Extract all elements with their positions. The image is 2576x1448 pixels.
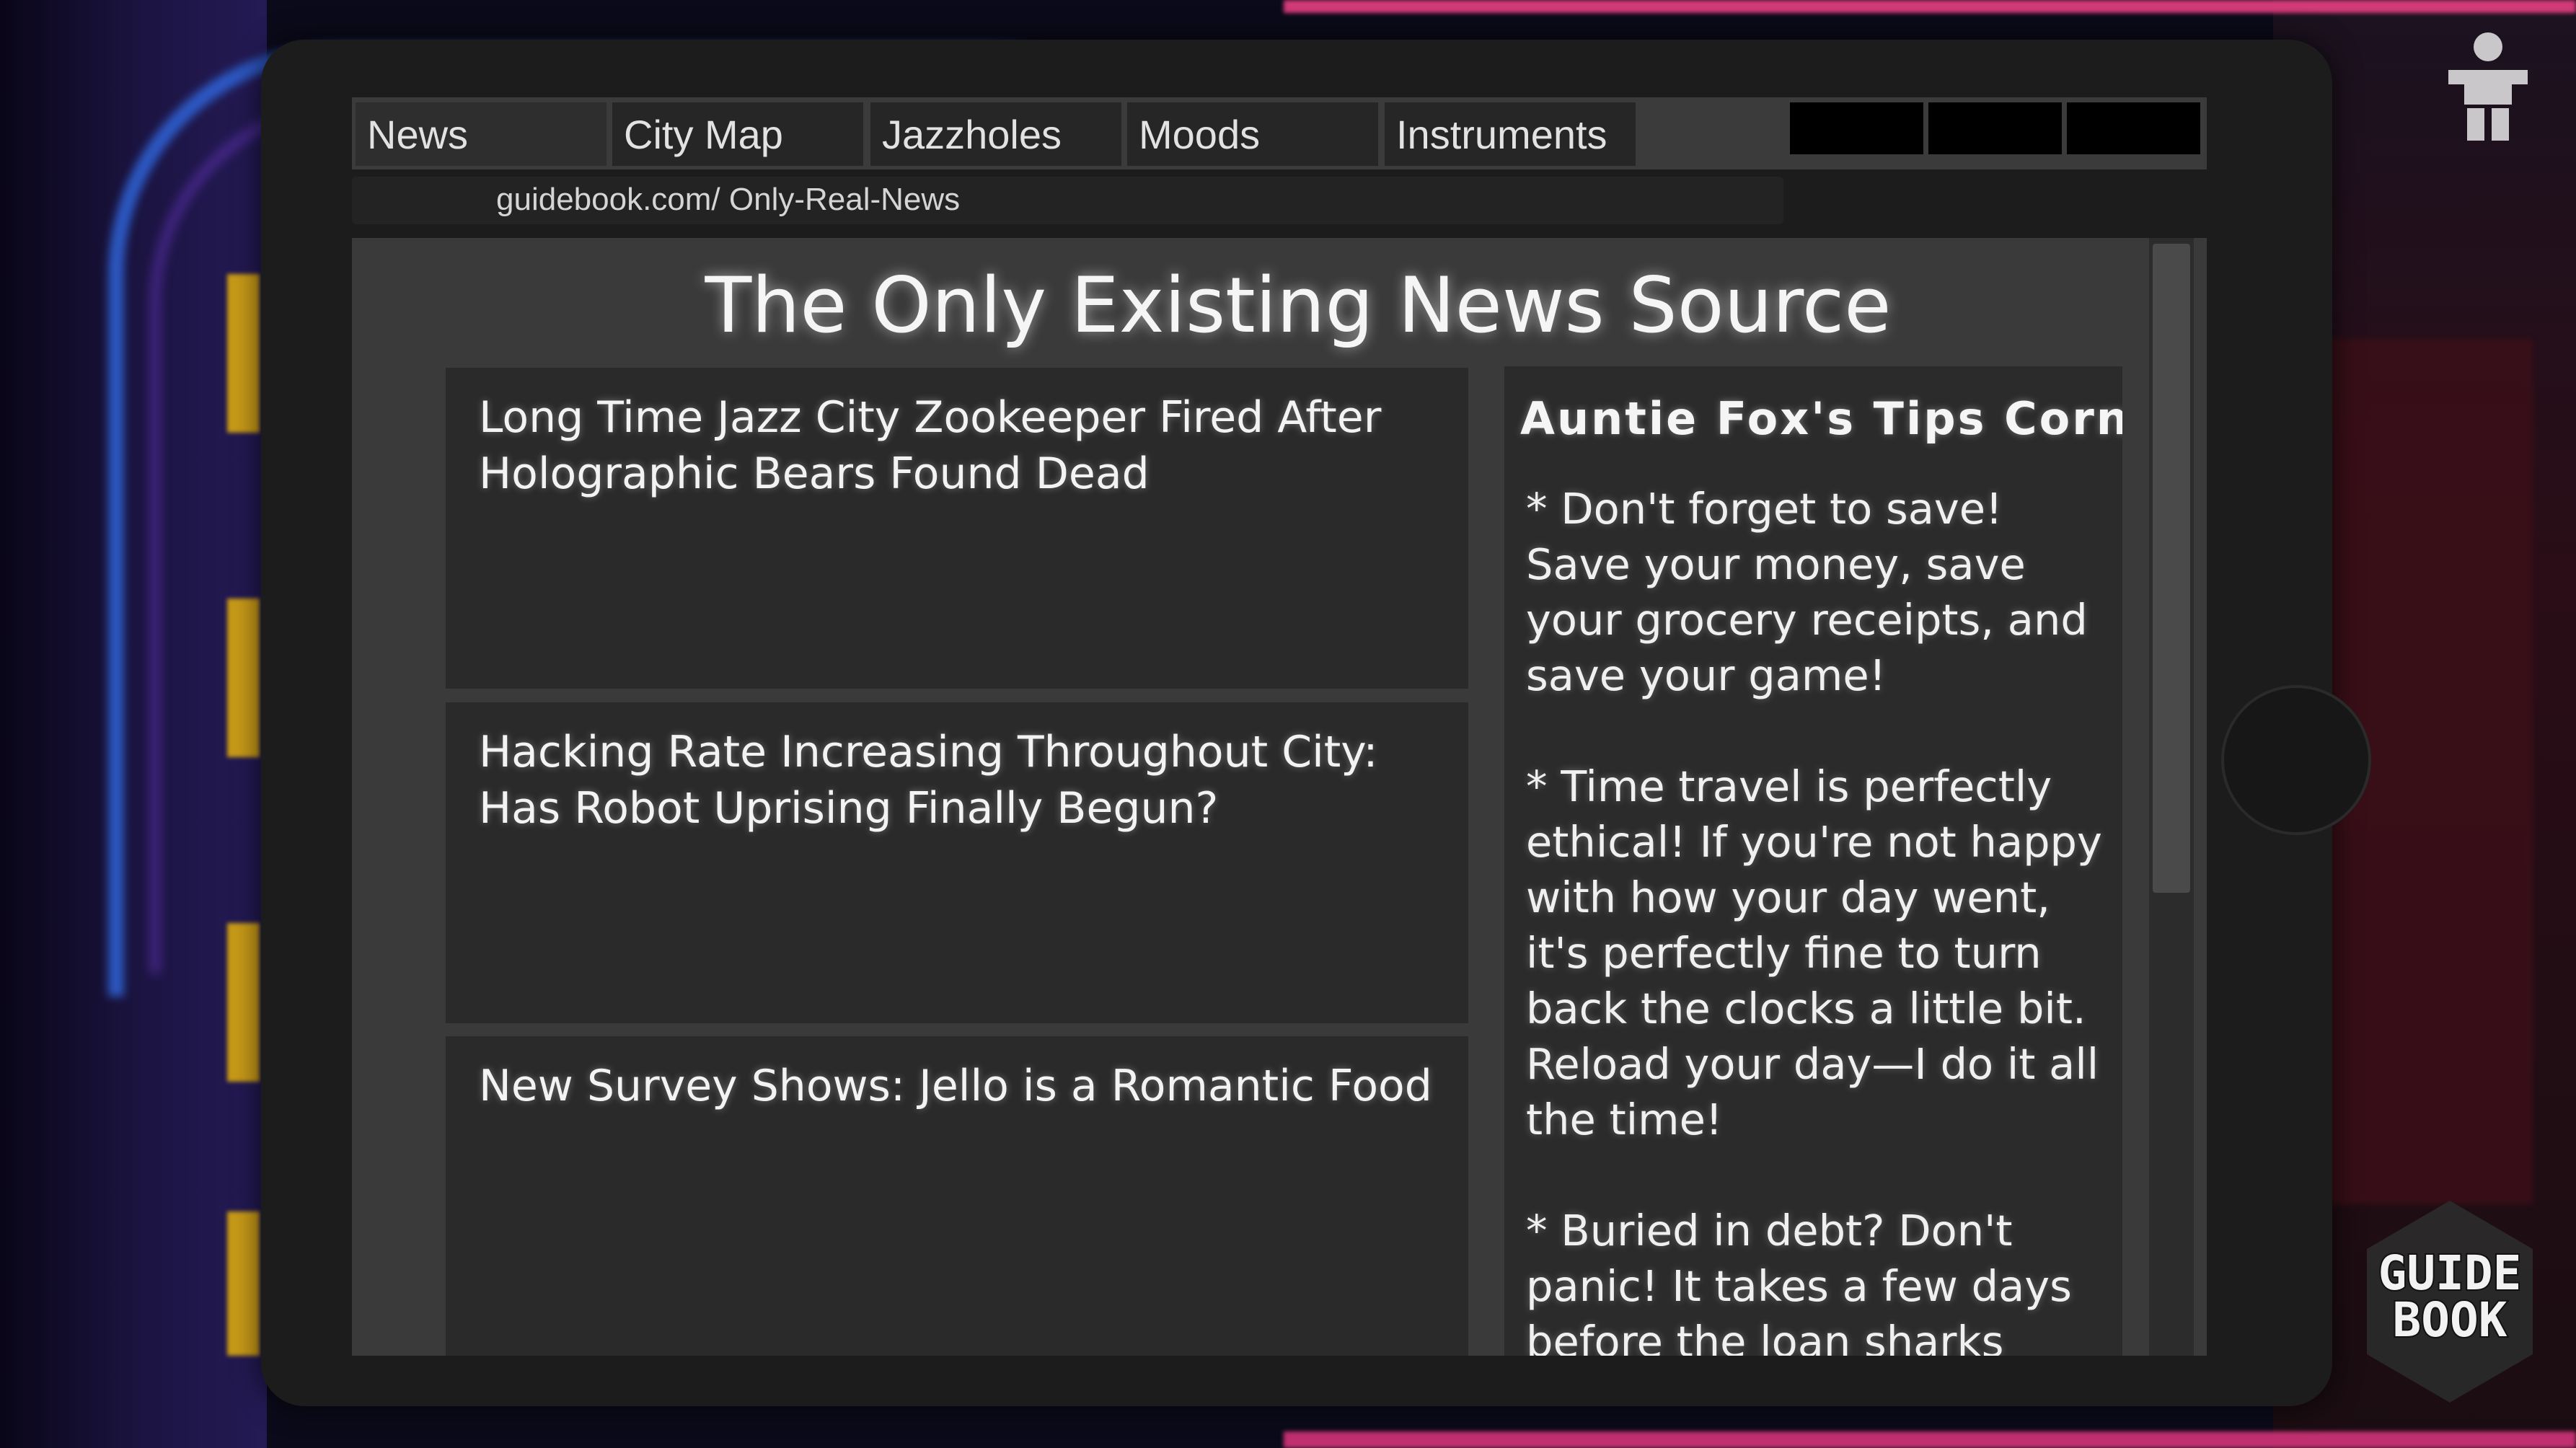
article-headline: Hacking Rate Increasing Throughout City:… — [479, 727, 1378, 834]
article-headline: Long Time Jazz City Zookeeper Fired Afte… — [479, 392, 1382, 499]
tip-item: * Don't forget to save! Save your money,… — [1526, 484, 2088, 700]
tab-city-map[interactable]: City Map — [612, 102, 863, 166]
tablet-home-button[interactable] — [2221, 685, 2371, 835]
tips-corner-panel: Auntie Fox's Tips Corner * Don't forget … — [1504, 366, 2122, 1356]
article-headline: New Survey Shows: Jello is a Romantic Fo… — [479, 1061, 1432, 1111]
tab-moods[interactable]: Moods — [1127, 102, 1378, 166]
guide-book-icon[interactable]: GUIDE BOOK — [2360, 1197, 2540, 1406]
tab-news[interactable]: News — [356, 102, 606, 166]
url-text: guidebook.com/ Only-Real-News — [496, 182, 961, 217]
neon-strip-bottom — [1284, 1431, 2576, 1448]
tab-blank[interactable] — [2067, 102, 2200, 154]
news-article[interactable]: Long Time Jazz City Zookeeper Fired Afte… — [446, 368, 1468, 689]
neon-stripe — [227, 599, 260, 757]
tip-item: * Buried in debt? Don't panic! It takes … — [1526, 1206, 2072, 1356]
tips-corner-title: Auntie Fox's Tips Corner — [1520, 392, 2122, 445]
person-icon[interactable] — [2427, 25, 2549, 148]
news-article[interactable]: New Survey Shows: Jello is a Romantic Fo… — [446, 1036, 1468, 1356]
neon-stripe — [227, 274, 260, 433]
guide-book-label-line2: BOOK — [2393, 1292, 2507, 1348]
neon-strip-top — [1284, 0, 2576, 13]
page-title: The Only Existing News Source — [705, 261, 1892, 350]
tab-jazzholes[interactable]: Jazzholes — [870, 102, 1121, 166]
neon-stripe — [227, 923, 260, 1082]
tab-blank[interactable] — [1928, 102, 2062, 154]
tab-instruments[interactable]: Instruments — [1385, 102, 1636, 166]
tab-blank[interactable] — [1790, 102, 1923, 154]
neon-stripe — [227, 1211, 260, 1356]
news-article[interactable]: Hacking Rate Increasing Throughout City:… — [446, 702, 1468, 1023]
tip-item: * Time travel is perfectly ethical! If y… — [1526, 761, 2102, 1144]
